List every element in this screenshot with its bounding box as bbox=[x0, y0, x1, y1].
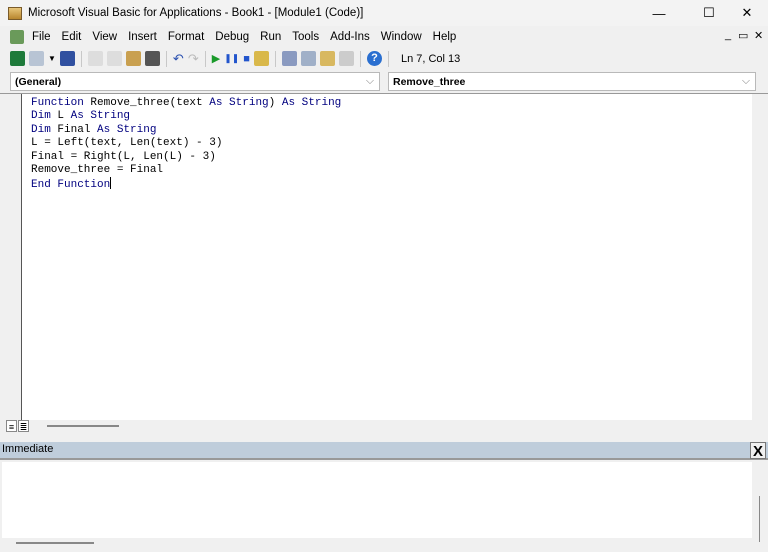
code-combos: (General) ⌵ Remove_three ⌵ bbox=[0, 70, 768, 93]
menu-bar: File Edit View Insert Format Debug Run Tools Add… bbox=[0, 27, 768, 47]
procedure-view-button[interactable]: ≡ bbox=[6, 420, 17, 432]
cut-icon[interactable] bbox=[88, 51, 103, 66]
menu-window[interactable]: Window bbox=[381, 31, 422, 43]
text-cursor bbox=[110, 177, 111, 189]
object-dropdown-value: (General) bbox=[15, 76, 61, 88]
menu-add-ins[interactable]: Add-Ins bbox=[330, 31, 370, 43]
break-icon[interactable]: ❚❚ bbox=[224, 53, 239, 64]
immediate-title: Immediate bbox=[2, 443, 53, 455]
menu-format[interactable]: Format bbox=[168, 31, 204, 43]
insert-module-icon[interactable] bbox=[29, 51, 44, 66]
mdi-minimize-button[interactable]: _ bbox=[725, 29, 731, 41]
menu-run[interactable]: Run bbox=[260, 31, 281, 43]
excel-view-icon[interactable] bbox=[10, 51, 25, 66]
immediate-window-header: Immediate X bbox=[0, 442, 768, 460]
code-window[interactable]: Function Remove_three(text As String) As… bbox=[0, 93, 768, 421]
find-icon[interactable] bbox=[145, 51, 160, 66]
menu-view[interactable]: View bbox=[92, 31, 117, 43]
separator bbox=[388, 51, 389, 67]
menu-debug[interactable]: Debug bbox=[215, 31, 249, 43]
save-icon[interactable] bbox=[60, 51, 75, 66]
toolbox-icon[interactable] bbox=[339, 51, 354, 66]
procedure-dropdown-value: Remove_three bbox=[393, 76, 465, 88]
code-line: L = Left(text, Len(text) - 3) bbox=[31, 137, 341, 150]
help-icon[interactable]: ? bbox=[367, 51, 382, 66]
window-title: Microsoft Visual Basic for Applications … bbox=[28, 7, 363, 19]
menu-tools[interactable]: Tools bbox=[292, 31, 319, 43]
chevron-down-icon: ⌵ bbox=[366, 75, 374, 88]
redo-icon[interactable]: ↷ bbox=[188, 51, 199, 67]
vba-app-icon bbox=[8, 7, 22, 20]
dropdown-arrow-icon[interactable]: ▼ bbox=[48, 54, 56, 63]
code-line: Dim Final As String bbox=[31, 124, 341, 137]
separator bbox=[275, 51, 276, 67]
code-line: Dim L As String bbox=[31, 110, 341, 123]
code-editor[interactable]: Function Remove_three(text As String) As… bbox=[31, 97, 341, 193]
chevron-down-icon: ⌵ bbox=[742, 75, 750, 88]
immediate-input[interactable] bbox=[2, 462, 752, 538]
paste-icon[interactable] bbox=[126, 51, 141, 66]
object-dropdown[interactable]: (General) ⌵ bbox=[10, 72, 380, 91]
code-line: Function Remove_three(text As String) As… bbox=[31, 97, 341, 110]
design-mode-icon[interactable] bbox=[254, 51, 269, 66]
mdi-restore-button[interactable]: ▭ bbox=[738, 29, 748, 42]
copy-icon[interactable] bbox=[107, 51, 122, 66]
separator bbox=[166, 51, 167, 67]
separator bbox=[205, 51, 206, 67]
vba-project-icon bbox=[10, 30, 24, 44]
separator bbox=[360, 51, 361, 67]
immediate-horizontal-scrollbar[interactable] bbox=[16, 542, 94, 544]
reset-icon[interactable]: ■ bbox=[243, 53, 250, 65]
object-browser-icon[interactable] bbox=[320, 51, 335, 66]
mdi-close-button[interactable]: ✕ bbox=[754, 29, 763, 42]
code-line: End Function bbox=[31, 177, 341, 192]
menu-help[interactable]: Help bbox=[433, 31, 457, 43]
margin-indicator-bar[interactable] bbox=[0, 94, 22, 422]
horizontal-scrollbar[interactable] bbox=[47, 425, 119, 427]
maximize-button[interactable]: ☐ bbox=[689, 0, 729, 26]
menu-file[interactable]: File bbox=[32, 31, 51, 43]
run-icon[interactable]: ▶ bbox=[212, 52, 220, 65]
standard-toolbar: ▼ ↶ ↷ ▶ ❚❚ ■ ? Ln 7, Col 13 bbox=[0, 48, 560, 69]
close-button[interactable]: ✕ bbox=[727, 0, 767, 26]
procedure-dropdown[interactable]: Remove_three ⌵ bbox=[388, 72, 756, 91]
immediate-close-button[interactable]: X bbox=[750, 442, 766, 459]
immediate-vertical-scrollbar[interactable] bbox=[752, 462, 768, 538]
separator bbox=[81, 51, 82, 67]
properties-window-icon[interactable] bbox=[301, 51, 316, 66]
menu-edit[interactable]: Edit bbox=[62, 31, 82, 43]
code-line: Remove_three = Final bbox=[31, 164, 341, 177]
menu-insert[interactable]: Insert bbox=[128, 31, 157, 43]
vertical-scrollbar[interactable] bbox=[752, 94, 768, 422]
project-explorer-icon[interactable] bbox=[282, 51, 297, 66]
code-line: Final = Right(L, Len(L) - 3) bbox=[31, 151, 341, 164]
title-bar: Microsoft Visual Basic for Applications … bbox=[0, 0, 768, 26]
undo-icon[interactable]: ↶ bbox=[173, 51, 184, 67]
cursor-position: Ln 7, Col 13 bbox=[401, 53, 460, 65]
minimize-button[interactable]: — bbox=[639, 0, 679, 26]
code-window-footer: ≡ ≣ bbox=[0, 420, 768, 433]
full-module-view-button[interactable]: ≣ bbox=[18, 420, 29, 432]
